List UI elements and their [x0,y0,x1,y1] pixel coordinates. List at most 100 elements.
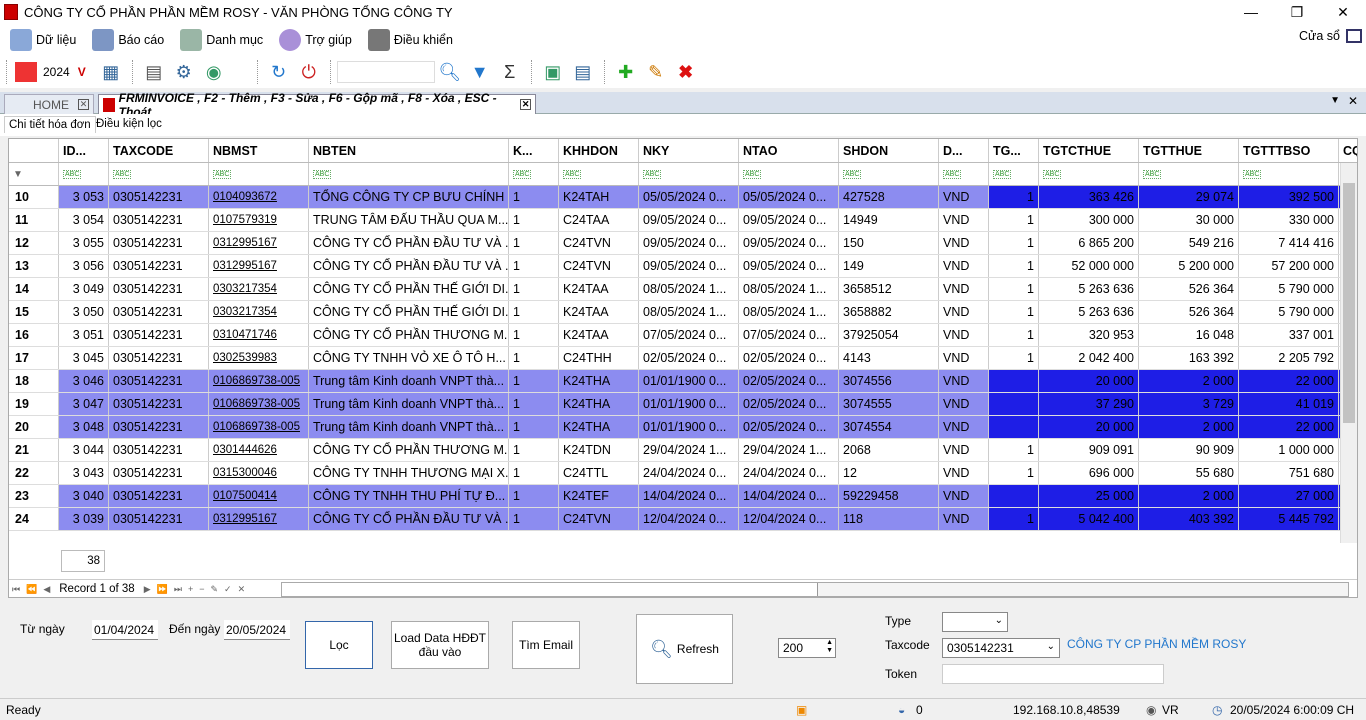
column-filter-ntao[interactable]: ABC [739,163,839,185]
cell-tgtthue[interactable]: 29 074 [1139,186,1239,208]
column-header-nbten[interactable]: NBTEN [309,139,509,162]
column-filter-id[interactable]: ABC [59,163,109,185]
cell-k[interactable]: 1 [509,209,559,231]
column-header-row-number[interactable] [9,139,59,162]
cell-tg[interactable]: 1 [989,347,1039,369]
cell-nbmst[interactable]: 0106869738-005 [209,393,309,415]
cell-tgtthue[interactable]: 30 000 [1139,209,1239,231]
limit-spinner[interactable]: 200 ▲ ▼ [778,638,836,658]
cell-tgtthue[interactable]: 2 000 [1139,485,1239,507]
cell-id[interactable]: 3 049 [59,278,109,300]
cell-nbten[interactable]: CÔNG TY CỔ PHẦN ĐẦU TƯ VÀ ... [309,232,509,254]
first-page-icon[interactable]: ⏮ [12,584,20,595]
from-date-input[interactable]: 01/04/2024 [92,620,158,640]
cell-currency[interactable]: VND [939,439,989,461]
cell-tgtcthue[interactable]: 320 953 [1039,324,1139,346]
cell-k[interactable]: 1 [509,255,559,277]
power-icon[interactable]: ⏻ [296,59,322,85]
cell-khhdon[interactable]: K24THA [559,370,639,392]
cell-tgtttbso[interactable]: 751 680 [1239,462,1339,484]
cell-taxcode[interactable]: 0305142231 [109,485,209,507]
cell-tgtcthue[interactable]: 20 000 [1039,416,1139,438]
reload-icon[interactable]: ↻ [266,59,292,85]
cell-nbten[interactable]: Trung tâm Kinh doanh VNPT thà... [309,393,509,415]
cell-khhdon[interactable]: C24TVN [559,232,639,254]
search-box[interactable] [336,61,435,83]
table-row[interactable]: 20 3 048 0305142231 0106869738-005 Trung tâm… [9,416,1357,439]
cell-tgtcthue[interactable]: 300 000 [1039,209,1139,231]
table-row[interactable]: 19 3 047 0305142231 0106869738-005 Trung tâm… [9,393,1357,416]
cell-tgtcthue[interactable]: 25 000 [1039,485,1139,507]
vertical-scrollbar[interactable] [1340,163,1357,543]
cell-ntao[interactable]: 02/05/2024 0... [739,347,839,369]
cell-taxcode[interactable]: 0305142231 [109,232,209,254]
cell-shdon[interactable]: 427528 [839,186,939,208]
cell-id[interactable]: 3 045 [59,347,109,369]
column-filter-nbmst[interactable]: ABC [209,163,309,185]
cell-ntao[interactable]: 09/05/2024 0... [739,232,839,254]
cell-nky[interactable]: 24/04/2024 0... [639,462,739,484]
cell-taxcode[interactable]: 0305142231 [109,462,209,484]
cell-tgtthue[interactable]: 526 364 [1139,278,1239,300]
cell-ntao[interactable]: 08/05/2024 1... [739,301,839,323]
cell-id[interactable]: 3 050 [59,301,109,323]
table-row[interactable]: 21 3 044 0305142231 0301444626 CÔNG TY CỔ PH… [9,439,1357,462]
to-date-input[interactable]: 20/05/2024 [224,620,290,640]
cell-row-number[interactable]: 16 [9,324,59,346]
cell-k[interactable]: 1 [509,278,559,300]
last-page-icon[interactable]: ⏭ [174,584,182,595]
cell-tg[interactable]: 1 [989,255,1039,277]
cell-id[interactable]: 3 043 [59,462,109,484]
cell-nky[interactable]: 01/01/1900 0... [639,416,739,438]
menu-catalog[interactable]: Danh mục [180,29,263,51]
cell-nbmst[interactable]: 0106869738-005 [209,416,309,438]
cell-tgtttbso[interactable]: 57 200 000 [1239,255,1339,277]
cell-tgtttbso[interactable]: 1 000 000 [1239,439,1339,461]
sum-icon[interactable]: Σ [497,59,523,85]
cell-shdon[interactable]: 59229458 [839,485,939,507]
cell-khhdon[interactable]: C24TVN [559,255,639,277]
cell-khhdon[interactable]: K24TEF [559,485,639,507]
table-row[interactable]: 12 3 055 0305142231 0312995167 CÔNG TY CỔ PH… [9,232,1357,255]
cell-nbmst[interactable]: 0315300046 [209,462,309,484]
remove-icon[interactable]: − [199,584,204,594]
cell-row-number[interactable]: 17 [9,347,59,369]
filter-icon[interactable]: ▼ [467,59,493,85]
cell-nbten[interactable]: CÔNG TY CỔ PHẦN THƯƠNG M... [309,324,509,346]
column-header-nbmst[interactable]: NBMST [209,139,309,162]
cell-k[interactable]: 1 [509,485,559,507]
cell-shdon[interactable]: 3074556 [839,370,939,392]
cell-tgtttbso[interactable]: 22 000 [1239,370,1339,392]
cell-nky[interactable]: 08/05/2024 1... [639,278,739,300]
column-header-cq[interactable]: CQ [1339,139,1357,162]
filter-icon[interactable]: ▼ [9,163,59,185]
cell-tgtthue[interactable]: 2 000 [1139,416,1239,438]
cell-tgtthue[interactable]: 403 392 [1139,508,1239,530]
cell-ntao[interactable]: 14/04/2024 0... [739,485,839,507]
close-button[interactable]: ✕ [1320,0,1366,24]
cell-row-number[interactable]: 11 [9,209,59,231]
prev-record-icon[interactable]: ◀ [43,584,50,595]
cell-id[interactable]: 3 046 [59,370,109,392]
column-filter-tgtthue[interactable]: ABC [1139,163,1239,185]
token-input[interactable] [942,664,1164,684]
cell-row-number[interactable]: 18 [9,370,59,392]
cell-nky[interactable]: 08/05/2024 1... [639,301,739,323]
column-header-ntao[interactable]: NTAO [739,139,839,162]
calculator-icon[interactable]: ▤ [141,59,167,85]
cell-id[interactable]: 3 048 [59,416,109,438]
cell-id[interactable]: 3 053 [59,186,109,208]
cell-tgtcthue[interactable]: 52 000 000 [1039,255,1139,277]
tab-home[interactable]: HOME ✕ [4,94,94,114]
cell-tgtthue[interactable]: 90 909 [1139,439,1239,461]
cell-nky[interactable]: 09/05/2024 0... [639,255,739,277]
vertical-scroll-thumb[interactable] [1343,183,1355,423]
cell-khhdon[interactable]: K24TDN [559,439,639,461]
cell-tgtthue[interactable]: 5 200 000 [1139,255,1239,277]
cell-row-number[interactable]: 19 [9,393,59,415]
cell-tg[interactable] [989,370,1039,392]
cell-tgtcthue[interactable]: 20 000 [1039,370,1139,392]
find-email-button[interactable]: Tìm Email [512,621,580,669]
cell-nbten[interactable]: Trung tâm Kinh doanh VNPT thà... [309,416,509,438]
cell-nky[interactable]: 05/05/2024 0... [639,186,739,208]
